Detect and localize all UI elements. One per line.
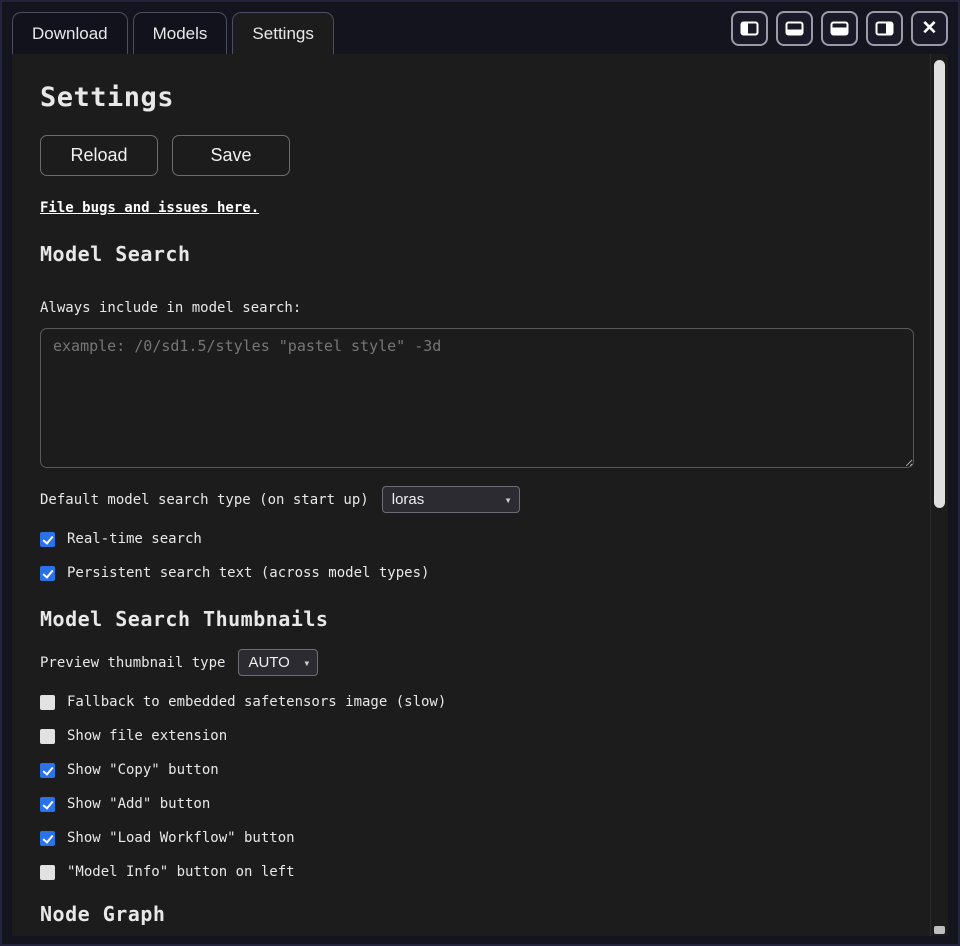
settings-panel: Settings Reload Save File bugs and issue… <box>12 54 930 936</box>
show-load-workflow-checkbox[interactable] <box>40 831 55 846</box>
show-add-button-checkbox[interactable] <box>40 797 55 812</box>
default-search-type-row: Default model search type (on start up) … <box>40 486 914 513</box>
fallback-safetensors-label: Fallback to embedded safetensors image (… <box>67 694 446 710</box>
node-graph-heading: Node Graph <box>40 902 914 926</box>
preview-thumbnail-select-wrap: AUTO <box>238 649 318 676</box>
show-copy-button-label: Show "Copy" button <box>67 762 219 778</box>
tab-models[interactable]: Models <box>133 12 228 54</box>
scrollbar-corner <box>934 926 945 934</box>
scrollbar-thumb[interactable] <box>934 60 945 508</box>
panel-bottom-button[interactable] <box>776 11 813 46</box>
show-add-button-row[interactable]: Show "Add" button <box>40 796 914 812</box>
default-search-type-label: Default model search type (on start up) <box>40 492 369 508</box>
panel-left-icon <box>740 21 759 36</box>
model-search-heading: Model Search <box>40 242 914 266</box>
realtime-search-checkbox[interactable] <box>40 532 55 547</box>
model-info-left-checkbox[interactable] <box>40 865 55 880</box>
close-button[interactable]: ✕ <box>911 11 948 46</box>
default-search-type-select[interactable]: loras <box>382 486 520 513</box>
always-include-textarea[interactable] <box>40 328 914 468</box>
persistent-search-label: Persistent search text (across model typ… <box>67 565 429 581</box>
reload-button[interactable]: Reload <box>40 135 158 176</box>
default-search-type-select-wrap: loras <box>382 486 520 513</box>
show-load-workflow-row[interactable]: Show "Load Workflow" button <box>40 830 914 846</box>
panel-bottom-icon <box>785 21 804 36</box>
realtime-search-row[interactable]: Real-time search <box>40 531 914 547</box>
window-controls: ✕ <box>731 11 948 46</box>
settings-window: Download Models Settings <box>0 0 960 946</box>
page-title: Settings <box>40 82 914 113</box>
model-info-left-label: "Model Info" button on left <box>67 864 295 880</box>
titlebar: Download Models Settings <box>2 2 958 54</box>
preview-thumbnail-select[interactable]: AUTO <box>238 649 318 676</box>
panel-bottom-large-icon <box>830 21 849 36</box>
tab-bar: Download Models Settings <box>12 12 334 54</box>
fallback-safetensors-checkbox[interactable] <box>40 695 55 710</box>
thumbnails-heading: Model Search Thumbnails <box>40 607 914 631</box>
show-copy-button-row[interactable]: Show "Copy" button <box>40 762 914 778</box>
show-copy-button-checkbox[interactable] <box>40 763 55 778</box>
close-icon: ✕ <box>922 19 938 38</box>
show-file-extension-checkbox[interactable] <box>40 729 55 744</box>
panel-left-button[interactable] <box>731 11 768 46</box>
show-file-extension-label: Show file extension <box>67 728 227 744</box>
vertical-scrollbar[interactable] <box>930 54 948 936</box>
fallback-safetensors-row[interactable]: Fallback to embedded safetensors image (… <box>40 694 914 710</box>
preview-thumbnail-row: Preview thumbnail type AUTO <box>40 649 914 676</box>
panel-bottom-large-button[interactable] <box>821 11 858 46</box>
save-button[interactable]: Save <box>172 135 290 176</box>
file-bugs-link[interactable]: File bugs and issues here. <box>40 200 259 216</box>
action-buttons: Reload Save <box>40 135 914 176</box>
show-load-workflow-label: Show "Load Workflow" button <box>67 830 295 846</box>
tab-download[interactable]: Download <box>12 12 128 54</box>
tab-settings[interactable]: Settings <box>232 12 333 54</box>
always-include-label: Always include in model search: <box>40 300 914 316</box>
show-add-button-label: Show "Add" button <box>67 796 210 812</box>
model-info-left-row[interactable]: "Model Info" button on left <box>40 864 914 880</box>
content-row: Settings Reload Save File bugs and issue… <box>2 54 958 944</box>
realtime-search-label: Real-time search <box>67 531 202 547</box>
persistent-search-checkbox[interactable] <box>40 566 55 581</box>
panel-right-icon <box>875 21 894 36</box>
persistent-search-row[interactable]: Persistent search text (across model typ… <box>40 565 914 581</box>
panel-right-button[interactable] <box>866 11 903 46</box>
show-file-extension-row[interactable]: Show file extension <box>40 728 914 744</box>
preview-thumbnail-label: Preview thumbnail type <box>40 655 225 671</box>
